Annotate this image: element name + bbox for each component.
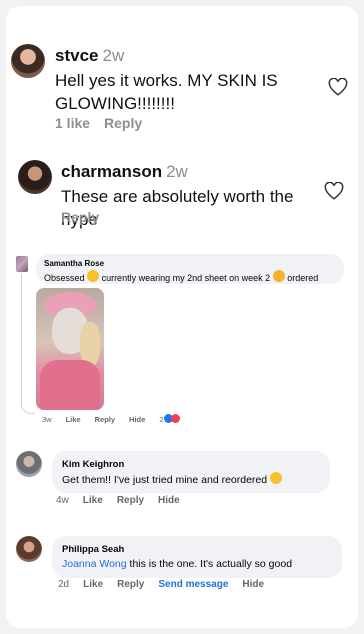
comments-card: stvce 2w Hell yes it works. MY SKIN IS GL… <box>6 6 358 628</box>
commenter-name[interactable]: Philippa Seah <box>62 542 332 557</box>
comment-actions: Reply <box>61 209 113 225</box>
likes-count[interactable]: 1 like <box>55 115 90 131</box>
timestamp: 2w <box>166 162 188 181</box>
reply-button[interactable]: Reply <box>117 495 144 506</box>
comment-text-part: Obsessed <box>44 273 85 283</box>
thread-line <box>21 274 35 414</box>
username[interactable]: stvce <box>55 46 98 65</box>
reaction-count[interactable]: 2 <box>159 415 163 424</box>
heart-outline-icon[interactable] <box>324 182 344 200</box>
comment-actions: 4w Like Reply Hide <box>56 495 194 506</box>
heart-icon <box>171 414 181 423</box>
heart-outline-icon[interactable] <box>328 78 348 96</box>
reply-button[interactable]: Reply <box>95 415 115 424</box>
laughing-face-icon <box>270 472 283 484</box>
comment-text: Hell yes it works. MY SKIN IS GLOWING!!!… <box>55 69 325 115</box>
timestamp: 3w <box>42 415 52 424</box>
like-button[interactable]: Like <box>83 579 103 590</box>
commenter-name[interactable]: Samantha Rose <box>44 258 336 270</box>
reply-button[interactable]: Reply <box>61 209 99 225</box>
comment-body: stvce 2w Hell yes it works. MY SKIN IS GL… <box>55 46 325 115</box>
comment-text-part: this is the one. It's actually so good <box>129 558 293 570</box>
comment-text: Joanna Wong this is the one. It's actual… <box>62 557 332 572</box>
timestamp: 2w <box>102 46 125 65</box>
comment-bubble: Philippa Seah Joanna Wong this is the on… <box>52 536 342 578</box>
avatar[interactable] <box>16 451 42 477</box>
avatar[interactable] <box>16 536 42 562</box>
comment-text-line: Hell yes it works. MY SKIN IS <box>55 71 278 90</box>
comment-bubble: Kim Keighron Get them!! I've just tried … <box>52 451 330 493</box>
comment-actions: 2d Like Reply Send message Hide <box>58 579 278 590</box>
comment-bubble: Samantha Rose Obsessed currently wearing… <box>36 254 344 295</box>
reply-button[interactable]: Reply <box>104 115 142 131</box>
like-button[interactable]: Like <box>83 495 103 506</box>
username[interactable]: charmanson <box>61 162 162 181</box>
comment-text-part: currently wearing my 2nd sheet on week 2 <box>101 273 271 283</box>
timestamp: 2d <box>58 579 70 590</box>
comment-text: Get them!! I've just tried mine and reor… <box>62 472 320 488</box>
like-button[interactable]: Like <box>66 415 81 424</box>
comment-text-part: Get them!! I've just tried mine and reor… <box>62 474 268 486</box>
mention-link[interactable]: Joanna Wong <box>62 558 127 570</box>
timestamp: 4w <box>56 495 69 506</box>
avatar[interactable] <box>11 44 45 78</box>
commenter-name[interactable]: Kim Keighron <box>62 457 320 472</box>
hide-button[interactable]: Hide <box>242 579 264 590</box>
hide-button[interactable]: Hide <box>129 415 145 424</box>
avatar[interactable] <box>16 256 28 272</box>
comment-actions: 1 like Reply <box>55 115 156 131</box>
hide-button[interactable]: Hide <box>158 495 180 506</box>
comment-actions: 3w Like Reply Hide 2 <box>42 414 194 424</box>
comment-text-line: GLOWING!!!!!!!! <box>55 94 175 113</box>
heart-eyes-emoji-icon <box>87 270 100 282</box>
shirt <box>40 360 100 410</box>
hearts-face-emoji-icon <box>272 270 285 282</box>
avatar[interactable] <box>18 160 52 194</box>
face-mask-photo[interactable] <box>36 288 104 410</box>
reply-button[interactable]: Reply <box>117 579 144 590</box>
send-message-button[interactable]: Send message <box>158 579 228 590</box>
